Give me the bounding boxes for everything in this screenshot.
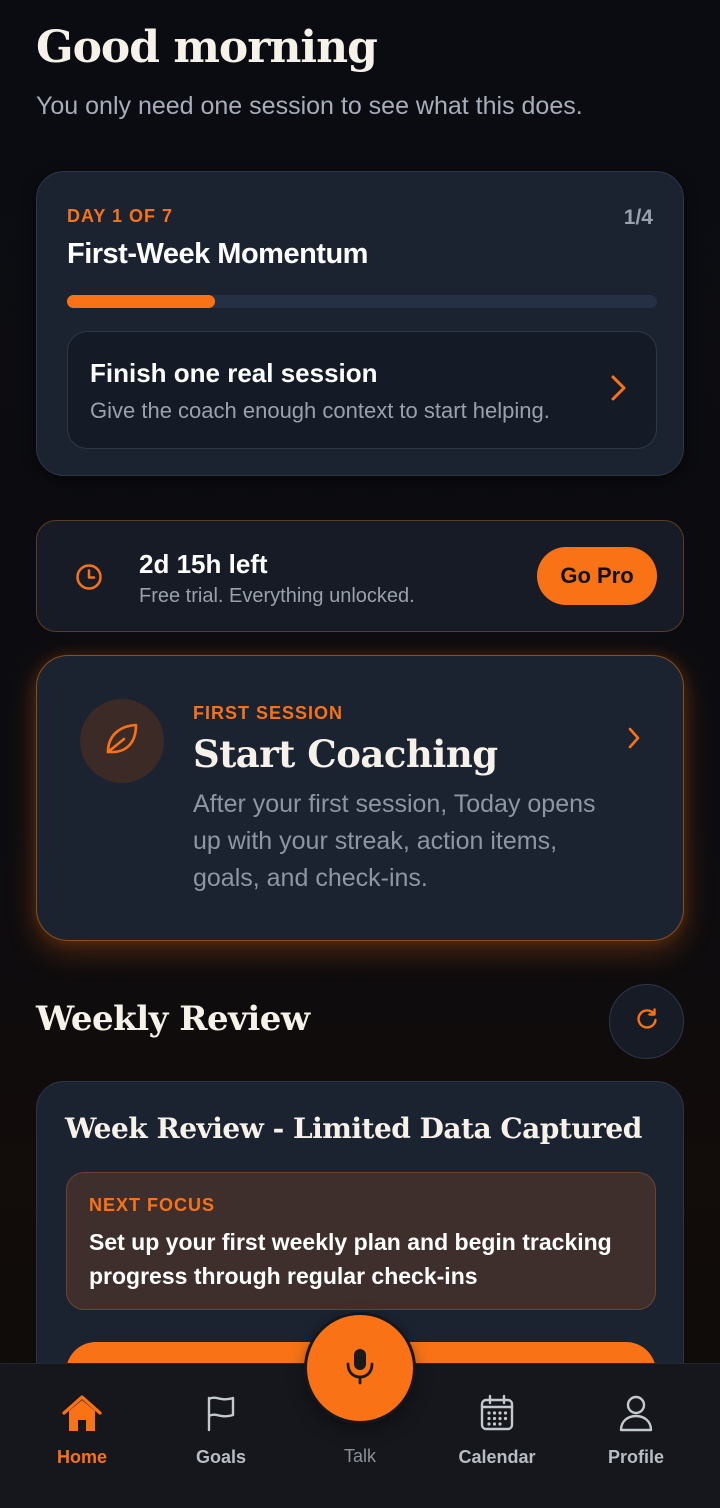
nav-home-label: Home (56, 1447, 107, 1467)
leaf-icon-circle (80, 699, 164, 783)
greeting-subtitle: You only need one session to see what th… (36, 92, 583, 120)
nav-calendar-label: Calendar (458, 1447, 536, 1467)
nav-home[interactable]: Home (22, 1394, 142, 1468)
coaching-title: Start Coaching (193, 732, 498, 776)
next-focus-label: NEXT FOCUS (89, 1195, 216, 1215)
momentum-progress-bar (67, 295, 657, 308)
chevron-right-icon (610, 374, 628, 407)
task-item[interactable]: Finish one real session Give the coach e… (67, 331, 657, 449)
calendar-icon (479, 1394, 515, 1437)
greeting-title: Good morning (36, 22, 378, 73)
next-focus-text: Set up your first weekly plan and begin … (89, 1229, 612, 1289)
microphone-icon (345, 1347, 375, 1390)
momentum-progress-fill (67, 295, 215, 308)
nav-profile[interactable]: Profile (576, 1394, 696, 1468)
go-pro-button[interactable]: Go Pro (537, 547, 657, 605)
coaching-description: After your first session, Today opens up… (193, 790, 596, 892)
nav-calendar[interactable]: Calendar (437, 1394, 557, 1468)
momentum-card: DAY 1 OF 7 1/4 First-Week Momentum Finis… (36, 171, 684, 476)
profile-icon (618, 1394, 654, 1437)
talk-button[interactable] (307, 1315, 413, 1421)
refresh-icon (634, 1006, 660, 1037)
nav-goals-label: Goals (195, 1447, 247, 1467)
clock-icon (75, 563, 103, 596)
home-icon (61, 1394, 103, 1439)
nav-talk-label: Talk (343, 1446, 376, 1466)
task-subtitle: Give the coach enough context to start h… (90, 398, 550, 423)
step-count: 1/4 (623, 206, 653, 229)
trial-subtitle: Free trial. Everything unlocked. (139, 585, 415, 607)
start-coaching-card[interactable]: FIRST SESSION Start Coaching After your … (36, 655, 684, 941)
weekly-review-heading: Weekly Review (36, 999, 310, 1039)
trial-card: 2d 15h left Free trial. Everything unloc… (36, 520, 684, 632)
momentum-title: First-Week Momentum (67, 238, 368, 270)
leaf-icon (102, 719, 142, 764)
nav-goals[interactable]: Goals (161, 1394, 281, 1468)
nav-profile-label: Profile (607, 1447, 664, 1467)
task-title: Finish one real session (90, 358, 378, 388)
coaching-eyebrow: FIRST SESSION (193, 703, 344, 723)
refresh-button[interactable] (609, 984, 684, 1059)
next-focus-box: NEXT FOCUS Set up your first weekly plan… (66, 1172, 656, 1310)
flag-icon (204, 1394, 238, 1437)
chevron-right-icon (627, 726, 641, 755)
review-card-title: Week Review - Limited Data Captured (65, 1112, 642, 1145)
day-label: DAY 1 OF 7 (67, 206, 174, 226)
trial-time-left: 2d 15h left (139, 549, 268, 579)
